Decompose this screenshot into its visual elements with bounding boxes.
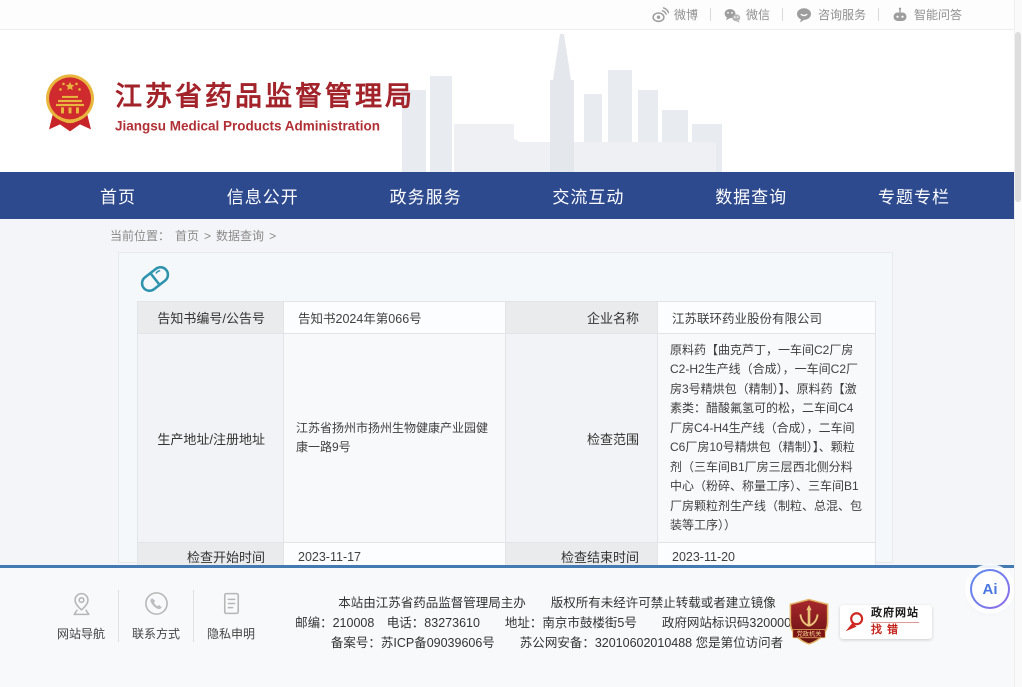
nav-item-home[interactable]: 首页 [100, 183, 136, 208]
footer-host-line: 本站由江苏省药品监督管理局主办 版权所有未经许可禁止转载或者建立镜像 [295, 593, 819, 613]
breadcrumb-prefix: 当前位置： [110, 227, 170, 244]
site-map-link[interactable]: 网站导航 [44, 590, 118, 642]
national-emblem-logo [45, 73, 95, 133]
footer-quick-links: 网站导航 联系方式 隐私申明 [44, 590, 268, 642]
table-row: 告知书编号/公告号 告知书2024年第066号 企业名称 江苏联环药业股份有限公… [138, 302, 876, 334]
field-label-company-name: 企业名称 [506, 302, 658, 334]
ai-assistant-label: Ai [972, 571, 1008, 607]
smart-qa-link[interactable]: 智能问答 [891, 6, 962, 24]
scrollbar-thumb[interactable] [1015, 32, 1021, 202]
field-label-inspection-scope: 检查范围 [506, 334, 658, 543]
site-title: 江苏省药品监督管理局 [115, 74, 415, 113]
contact-phone-icon [143, 590, 170, 617]
breadcrumb-separator: > [269, 229, 276, 243]
wechat-label: 微信 [746, 6, 770, 23]
site-map-label: 网站导航 [57, 625, 105, 642]
site-subtitle: Jiangsu Medical Products Administration [115, 118, 415, 133]
page: 微博 微信 咨询服务 [0, 0, 1022, 687]
footer-beian-line: 备案号：苏ICP备09039606号 苏公网安备：32010602010488 … [295, 633, 819, 653]
inspection-record-panel: 告知书编号/公告号 告知书2024年第066号 企业名称 江苏联环药业股份有限公… [118, 252, 893, 563]
privacy-link[interactable]: 隐私申明 [193, 590, 268, 642]
main-nav: 首页 信息公开 政务服务 交流互动 数据查询 专题专栏 [0, 172, 1022, 219]
brand[interactable]: 江苏省药品监督管理局 Jiangsu Medical Products Admi… [45, 73, 415, 133]
party-gov-shield-badge[interactable]: 党政机关 [788, 598, 830, 646]
nav-item-gov-services[interactable]: 政务服务 [390, 183, 462, 208]
party-gov-badge-label: 党政机关 [797, 630, 822, 638]
site-error-report-badge[interactable]: 政府网站 找错 [840, 605, 932, 639]
content-area: 告知书编号/公告号 告知书2024年第066号 企业名称 江苏联环药业股份有限公… [0, 252, 1022, 565]
scrollbar-track[interactable] [1014, 0, 1022, 687]
footer-badges: 党政机关 政府网站 找错 [788, 598, 932, 646]
weibo-link[interactable]: 微博 [651, 6, 698, 24]
breadcrumb-link-home[interactable]: 首页 [175, 227, 199, 244]
field-value-notice-number: 告知书2024年第066号 [284, 302, 506, 334]
footer: 网站导航 联系方式 隐私申明 本站由江苏省药品监督管理局主办 版权所有未经许可禁… [0, 565, 1022, 687]
footer-info: 本站由江苏省药品监督管理局主办 版权所有未经许可禁止转载或者建立镜像 邮编：21… [295, 593, 819, 653]
nav-item-interaction[interactable]: 交流互动 [552, 183, 624, 208]
weibo-label: 微博 [674, 6, 698, 23]
magnifier-icon [843, 610, 867, 634]
nav-item-info-disclosure[interactable]: 信息公开 [227, 183, 299, 208]
privacy-label: 隐私申明 [207, 625, 255, 642]
qa-robot-icon [891, 6, 909, 24]
breadcrumb-link-data-query[interactable]: 数据查询 [216, 227, 264, 244]
privacy-doc-icon [218, 590, 245, 617]
topbar-divider [878, 8, 879, 21]
weibo-icon [651, 6, 669, 24]
wechat-icon [723, 6, 741, 24]
field-label-notice-number: 告知书编号/公告号 [138, 302, 284, 334]
footer-contact-line: 邮编：210008 电话：83273610 地址：南京市鼓楼街5号 政府网站标识… [295, 613, 819, 633]
site-nav-icon [68, 590, 95, 617]
site-error-badge-bottom-label: 找错 [871, 623, 919, 637]
topbar-divider [710, 8, 711, 21]
wechat-link[interactable]: 微信 [723, 6, 770, 24]
consult-label: 咨询服务 [818, 6, 866, 23]
site-error-badge-text: 政府网站 找错 [871, 608, 919, 636]
smart-qa-label: 智能问答 [914, 6, 962, 23]
site-error-badge-top-label: 政府网站 [871, 608, 919, 623]
contact-link[interactable]: 联系方式 [118, 590, 193, 642]
breadcrumb-separator: > [204, 229, 211, 243]
field-label-address: 生产地址/注册地址 [138, 334, 284, 543]
city-skyline-decoration [388, 32, 743, 172]
ai-assistant-button[interactable]: Ai [970, 569, 1010, 609]
topbar: 微博 微信 咨询服务 [0, 0, 1022, 30]
breadcrumb: 当前位置： 首页 > 数据查询 > [0, 219, 1022, 252]
capsule-icon [139, 263, 874, 295]
nav-item-special-topics[interactable]: 专题专栏 [878, 183, 950, 208]
field-value-company-name: 江苏联环药业股份有限公司 [658, 302, 876, 334]
topbar-divider [782, 8, 783, 21]
field-value-address: 江苏省扬州市扬州生物健康产业园健康一路9号 [284, 334, 506, 543]
field-value-inspection-scope: 原料药【曲克芦丁，一车间C2厂房C2-H2生产线（合成），一车间C2厂房3号精烘… [658, 334, 876, 543]
table-row: 生产地址/注册地址 江苏省扬州市扬州生物健康产业园健康一路9号 检查范围 原料药… [138, 334, 876, 543]
site-header: 江苏省药品监督管理局 Jiangsu Medical Products Admi… [0, 30, 1022, 172]
nav-item-data-query[interactable]: 数据查询 [715, 183, 787, 208]
consult-icon [795, 6, 813, 24]
consult-service-link[interactable]: 咨询服务 [795, 6, 866, 24]
brand-text: 江苏省药品监督管理局 Jiangsu Medical Products Admi… [115, 74, 415, 133]
contact-label: 联系方式 [132, 625, 180, 642]
